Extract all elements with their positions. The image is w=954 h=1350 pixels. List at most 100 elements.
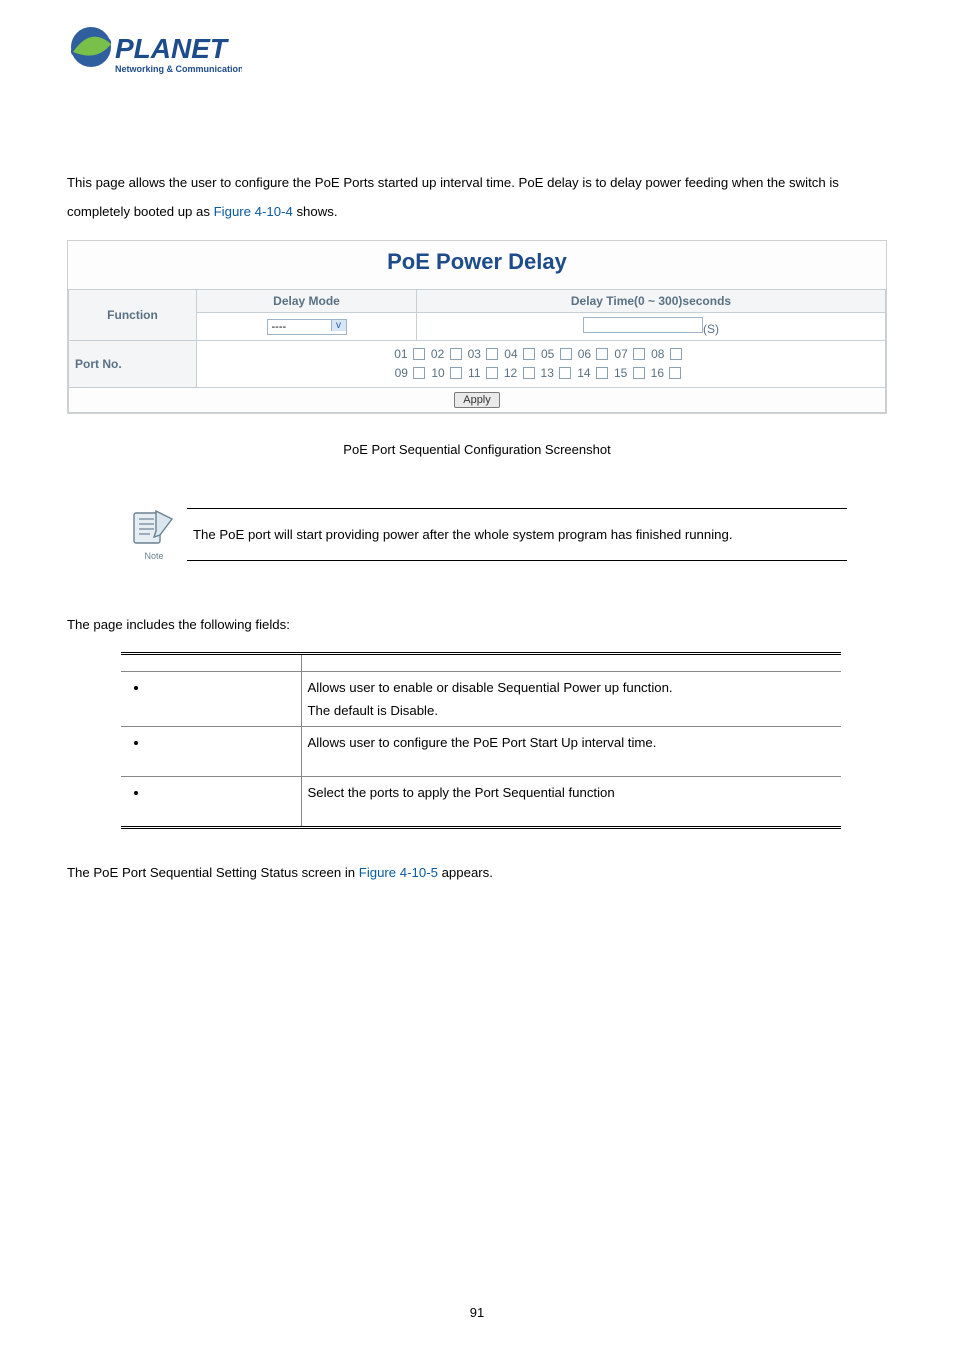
port-checkbox-12[interactable] [523,367,535,379]
port-15: 15 [614,364,651,383]
status-before: The PoE Port Sequential Setting Status s… [67,865,359,880]
port-label-11: 11 [468,366,480,380]
planet-logo-icon: PLANET Networking & Communication [67,22,242,86]
port-label-01: 01 [394,347,407,361]
port-07: 07 [614,345,651,364]
screenshot-caption: PoE Port Sequential Configuration Screen… [67,442,887,457]
apply-button[interactable]: Apply [454,392,500,408]
port-label-09: 09 [395,366,408,380]
fields-row: Allows user to enable or disable Sequent… [121,672,841,727]
delay-time-input[interactable] [583,317,703,333]
fields-desc-line1: Allows user to enable or disable Sequent… [308,680,836,695]
port-05: 05 [541,345,578,364]
fields-description-cell: Allows user to enable or disable Sequent… [301,672,841,727]
figure-link-4-10-5[interactable]: Figure 4-10-5 [359,865,438,880]
port-checkbox-01[interactable] [413,348,425,360]
chevron-down-icon: v [331,320,346,331]
port-checkbox-07[interactable] [633,348,645,360]
note-block: Note The PoE port will start providing p… [127,507,847,561]
poe-config-table: Function Delay Mode Delay Time(0 ~ 300)s… [68,289,886,413]
port-14: 14 [577,364,614,383]
figure-link-4-10-4[interactable]: Figure 4-10-4 [214,204,293,219]
port-checkbox-10[interactable] [450,367,462,379]
port-checkbox-02[interactable] [450,348,462,360]
fields-row: Allows user to configure the PoE Port St… [121,727,841,777]
fields-object-cell [121,672,301,727]
port-checkbox-08[interactable] [670,348,682,360]
fields-object-bullet [149,735,295,750]
port-no-label: Port No. [69,341,197,388]
delay-mode-header: Delay Mode [197,290,417,313]
port-label-03: 03 [468,347,481,361]
port-checkbox-15[interactable] [633,367,645,379]
poe-power-delay-screenshot: PoE Power Delay Function Delay Mode Dela… [67,240,887,414]
fields-object-cell [121,777,301,828]
port-checkbox-09[interactable] [413,367,425,379]
port-label-04: 04 [504,347,517,361]
fields-description-cell: Allows user to configure the PoE Port St… [301,727,841,777]
port-06: 06 [578,345,615,364]
note-text: The PoE port will start providing power … [193,527,732,542]
fields-desc-line1: Allows user to configure the PoE Port St… [308,735,836,750]
port-01: 01 [394,345,431,364]
port-checkbox-11[interactable] [486,367,498,379]
port-11: 11 [468,364,504,383]
page-number: 91 [0,1305,954,1320]
port-03: 03 [468,345,505,364]
status-line: The PoE Port Sequential Setting Status s… [67,865,887,880]
intro-paragraph: This page allows the user to configure t… [67,168,887,226]
delay-time-header: Delay Time(0 ~ 300)seconds [417,290,886,313]
port-09: 09 [395,364,432,383]
note-icon-label: Note [127,551,181,561]
port-label-10: 10 [431,366,444,380]
port-02: 02 [431,345,468,364]
logo-tagline-text: Networking & Communication [115,64,242,74]
port-label-13: 13 [541,366,554,380]
function-label: Function [69,290,197,341]
fields-object-bullet [149,680,295,695]
port-04: 04 [504,345,541,364]
fields-table: Allows user to enable or disable Sequent… [121,652,841,829]
port-label-06: 06 [578,347,591,361]
port-08: 08 [651,345,688,364]
port-checkboxes: 01 02 03 04 05 06 07 08 09 10 11 12 13 1… [197,341,886,388]
intro-text-after: shows. [293,204,338,219]
port-16: 16 [651,364,688,383]
fields-header-description [301,654,841,672]
port-checkbox-13[interactable] [559,367,571,379]
port-checkbox-16[interactable] [669,367,681,379]
fields-row: Select the ports to apply the Port Seque… [121,777,841,828]
status-after: appears. [438,865,493,880]
port-label-05: 05 [541,347,554,361]
port-label-12: 12 [504,366,517,380]
note-icon [132,507,176,545]
port-label-02: 02 [431,347,444,361]
fields-intro-text: The page includes the following fields: [67,617,887,632]
port-label-16: 16 [651,366,664,380]
poe-power-delay-title: PoE Power Delay [68,241,886,289]
port-12: 12 [504,364,541,383]
fields-object-cell [121,727,301,777]
port-checkbox-14[interactable] [596,367,608,379]
logo-brand-text: PLANET [115,33,230,64]
intro-text-before: This page allows the user to configure t… [67,175,839,219]
delay-mode-value: ---- [272,321,287,333]
fields-description-cell: Select the ports to apply the Port Seque… [301,777,841,828]
logo: PLANET Networking & Communication [67,22,242,91]
fields-desc-line1: Select the ports to apply the Port Seque… [308,785,836,800]
delay-time-unit: (S) [703,322,719,336]
port-label-15: 15 [614,366,627,380]
port-label-07: 07 [614,347,627,361]
port-10: 10 [431,364,468,383]
port-label-08: 08 [651,347,664,361]
delay-mode-select[interactable]: ---- v [267,319,347,335]
port-label-14: 14 [577,366,590,380]
port-checkbox-05[interactable] [560,348,572,360]
port-13: 13 [541,364,578,383]
fields-header-object [121,654,301,672]
fields-object-bullet [149,785,295,800]
fields-desc-line2: The default is Disable. [308,703,836,718]
port-checkbox-04[interactable] [523,348,535,360]
port-checkbox-06[interactable] [596,348,608,360]
port-checkbox-03[interactable] [486,348,498,360]
